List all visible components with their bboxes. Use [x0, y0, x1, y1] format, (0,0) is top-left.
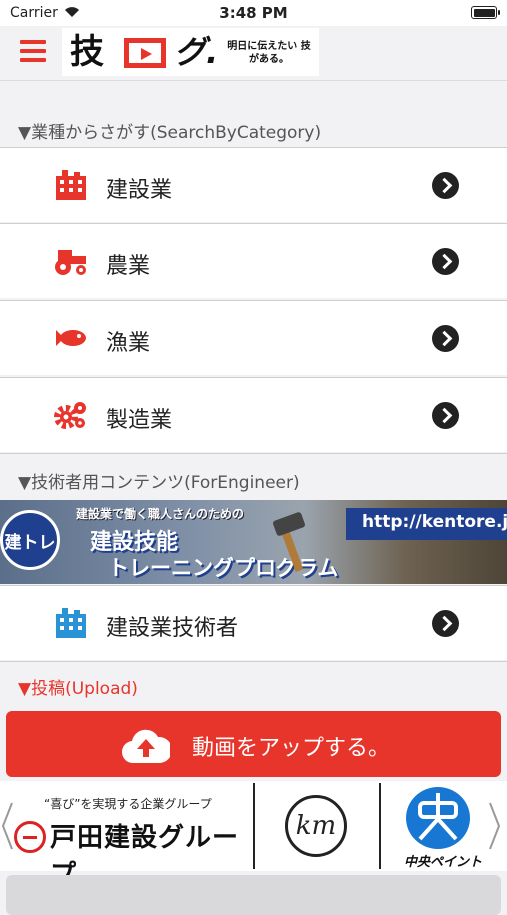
sponsor-km[interactable]: km — [285, 795, 347, 857]
kentore-badge: 建トレ — [0, 510, 60, 570]
chevron-right-icon — [432, 610, 459, 637]
fish-icon — [56, 330, 86, 346]
chevron-right-icon — [432, 172, 459, 199]
gears-icon — [54, 402, 86, 429]
play-icon — [124, 38, 166, 68]
banner-subtitle: 建設業で働く職人さんのための — [76, 507, 245, 521]
category-row-manufacturing[interactable]: 製造業 — [0, 377, 507, 452]
toda-slogan: “喜び”を実現する企業グループ — [44, 797, 212, 811]
chuo-name: 中央ペイント — [404, 855, 483, 870]
toda-logo-icon — [14, 821, 46, 853]
section-header-upload: ▼投稿(Upload) — [18, 679, 138, 699]
sponsor-divider — [253, 783, 255, 869]
app-logo[interactable]: 技 グ. 明日に伝えたい 技がある。 — [62, 28, 319, 76]
clock-label: 3:48 PM — [219, 4, 288, 22]
category-row-fishery[interactable]: 漁業 — [0, 300, 507, 375]
category-row-construction[interactable]: 建設業 — [0, 147, 507, 222]
category-label: 建設業 — [106, 178, 173, 203]
banner-url: http://kentore.jp/ — [362, 512, 507, 532]
chevron-right-icon — [432, 325, 459, 352]
chevron-right-icon — [432, 248, 459, 275]
bottom-button[interactable] — [6, 875, 501, 915]
engineer-label: 建設業技術者 — [106, 616, 239, 641]
sponsor-toda[interactable]: “喜び”を実現する企業グループ 戸田建設グループ — [10, 781, 254, 890]
cloud-upload-icon — [122, 729, 170, 764]
chuo-logo-icon — [406, 787, 470, 849]
building-icon — [56, 608, 86, 638]
sponsor-divider — [379, 783, 381, 869]
sponsor-carousel: “喜び”を実現する企業グループ 戸田建設グループ km 中央ペイント — [0, 781, 507, 890]
app-header: 技 グ. 明日に伝えたい 技がある。 — [0, 26, 507, 81]
sponsor-chuo-paint[interactable]: 中央ペイント — [404, 787, 482, 871]
divider — [0, 661, 507, 662]
chevron-right-icon[interactable] — [488, 801, 502, 851]
section-header-engineer: ▼技術者用コンテンツ(ForEngineer) — [18, 473, 300, 493]
km-logo-text: km — [295, 811, 337, 841]
hammer-icon — [273, 512, 305, 573]
chevron-right-icon — [432, 402, 459, 429]
category-label: 製造業 — [106, 408, 173, 433]
menu-button[interactable] — [20, 40, 46, 64]
status-bar: Carrier 3:48 PM — [0, 0, 507, 26]
kentore-banner[interactable]: 建トレ 建設業で働く職人さんのための 建設技能 トレーニングプログラム http… — [0, 500, 507, 584]
logo-tagline: 明日に伝えたい 技がある。 — [227, 41, 311, 65]
upload-video-button[interactable]: 動画をアップする。 — [6, 711, 501, 777]
divider — [0, 453, 507, 454]
category-row-agriculture[interactable]: 農業 — [0, 223, 507, 298]
battery-icon — [471, 6, 500, 19]
section-header-category: ▼業種からさがす(SearchByCategory) — [18, 123, 322, 143]
category-label: 漁業 — [106, 331, 151, 356]
category-label: 農業 — [106, 254, 151, 279]
engineer-row-construction[interactable]: 建設業技術者 — [0, 585, 507, 660]
logo-gu: グ. — [174, 33, 219, 71]
tractor-icon — [55, 250, 86, 275]
logo-kanji: 技 — [70, 32, 104, 72]
upload-button-label: 動画をアップする。 — [192, 736, 391, 761]
building-icon — [56, 170, 86, 200]
